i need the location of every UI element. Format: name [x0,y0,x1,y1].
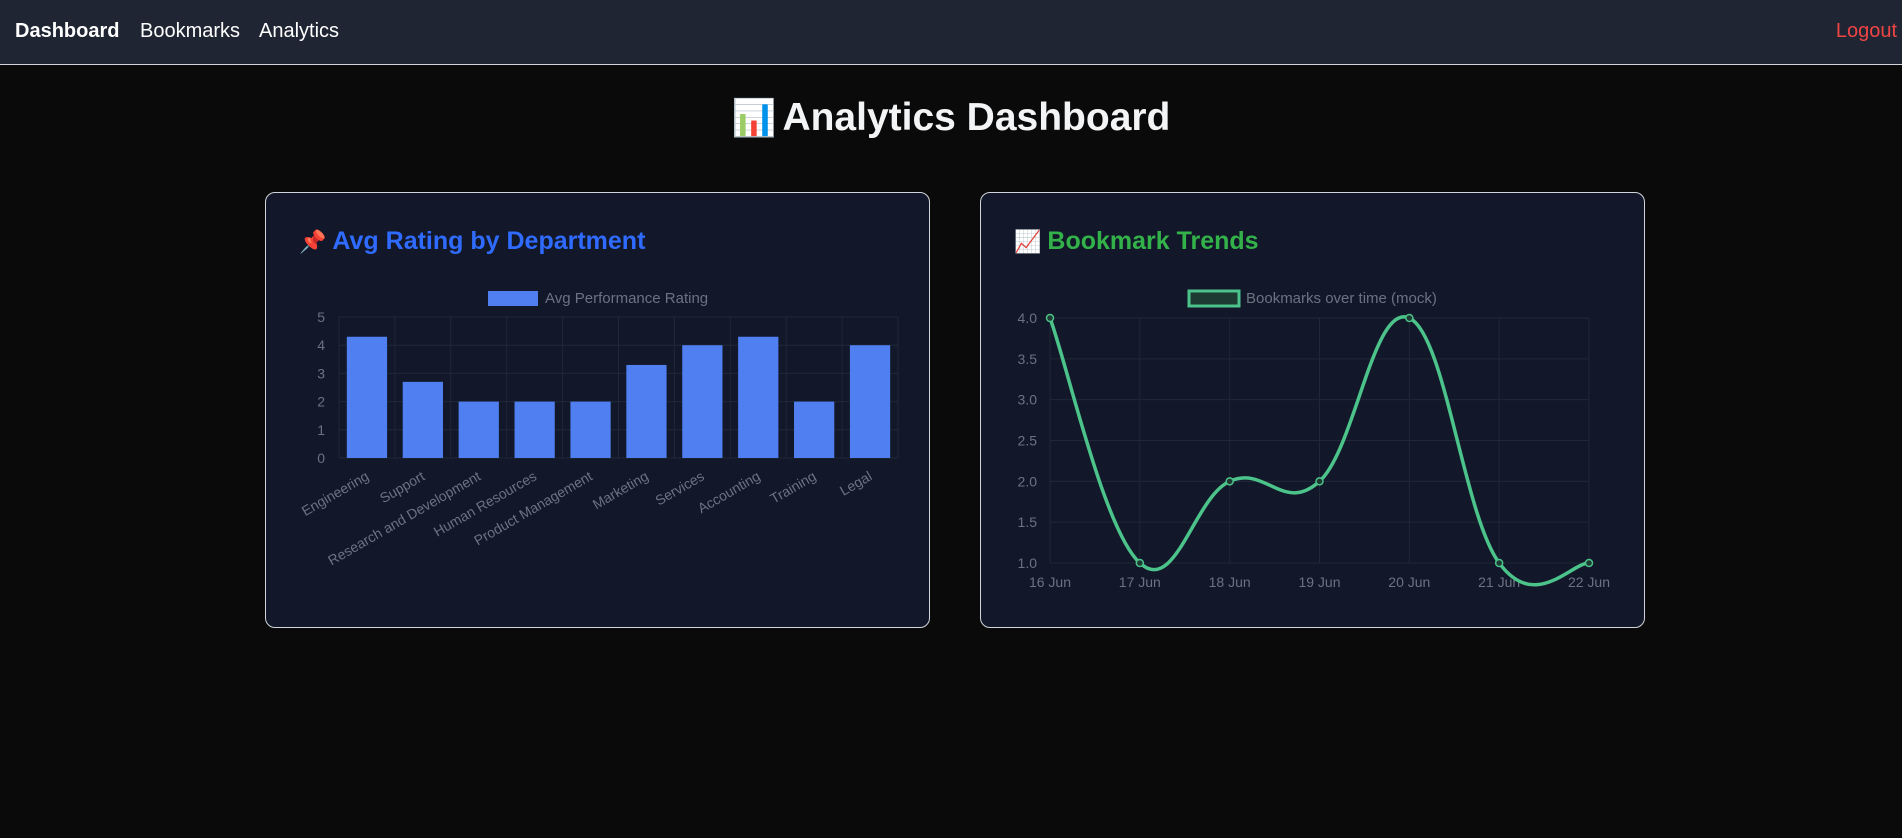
nav-bookmarks-link[interactable]: Bookmarks [140,20,240,43]
x-tick-label: Marketing [590,468,651,513]
nav-analytics-link[interactable]: Analytics [259,20,339,43]
bar [346,336,388,458]
x-tick-label: 22 Jun [1568,574,1610,590]
nav-dashboard-link[interactable]: Dashboard [15,20,119,43]
logout-link[interactable]: Logout [1836,20,1897,43]
data-point [1045,313,1055,323]
bar [794,401,835,458]
y-tick-label: 4 [317,337,325,353]
x-tick-label: 19 Jun [1298,574,1340,590]
y-tick-label: 3.0 [1018,392,1038,408]
bar [626,364,667,458]
data-point [1135,558,1145,568]
legend-swatch [488,291,538,306]
y-tick-label: 3.5 [1018,351,1038,367]
bar [402,381,443,458]
page-title-text: Analytics Dashboard [782,96,1171,139]
y-tick-label: 0 [317,450,325,466]
y-tick-label: 1 [317,422,325,438]
dept-rating-bar-chart: 012345Avg Performance RatingEngineering S… [299,290,899,568]
top-navbar: Dashboard Bookmarks Analytics Logout [0,0,1902,65]
y-tick-label: 3 [317,365,325,381]
x-tick-label: Training [767,468,818,507]
data-point [1584,558,1594,568]
x-tick-label: Engineering [299,468,372,519]
x-tick-label: 18 Jun [1209,574,1251,590]
x-tick-label: 17 Jun [1119,574,1161,590]
bar [849,345,891,458]
data-point [1225,477,1234,486]
legend-label: Bookmarks over time (mock) [1246,290,1437,307]
y-tick-label: 2.0 [1018,473,1038,489]
bar [738,336,779,458]
y-tick-label: 1.5 [1018,514,1038,530]
y-tick-label: 1.0 [1018,555,1038,571]
data-point [1494,558,1504,568]
bar [682,345,723,458]
dept-rating-card: 📌 Avg Rating by Department 0 1 2 3 4 5 Avg Perf… [265,192,930,628]
bookmark-trends-line-chart: 1.0 1.5 2.0 2.5 3.0 3.5 4.0 16 Jun 17 Jun 18 Jun 1… [1018,289,1610,590]
bar [514,401,555,458]
bookmark-trends-card: 📈 Bookmark Trends 1.0 1.5 2.0 2.5 3.0 3.5 4.0 16… [980,192,1645,628]
legend-swatch [1187,289,1241,308]
bar [570,401,611,458]
y-tick-label: 2 [317,394,325,410]
data-point [1315,477,1324,486]
legend-label: Avg Performance Rating [545,290,708,307]
x-tick-label: 16 Jun [1029,574,1071,590]
bar [458,401,499,458]
y-tick-label: 5 [317,309,325,325]
bar-chart-icon: 📊 [731,97,777,138]
x-tick-label: 20 Jun [1388,574,1430,590]
data-point [1405,313,1414,323]
page-title: 📊 Analytics Dashboard [0,96,1902,140]
y-tick-label: 4.0 [1018,310,1038,326]
y-tick-label: 2.5 [1018,433,1038,449]
x-tick-label: Legal [837,468,875,499]
x-tick-label: Accounting [695,468,763,516]
